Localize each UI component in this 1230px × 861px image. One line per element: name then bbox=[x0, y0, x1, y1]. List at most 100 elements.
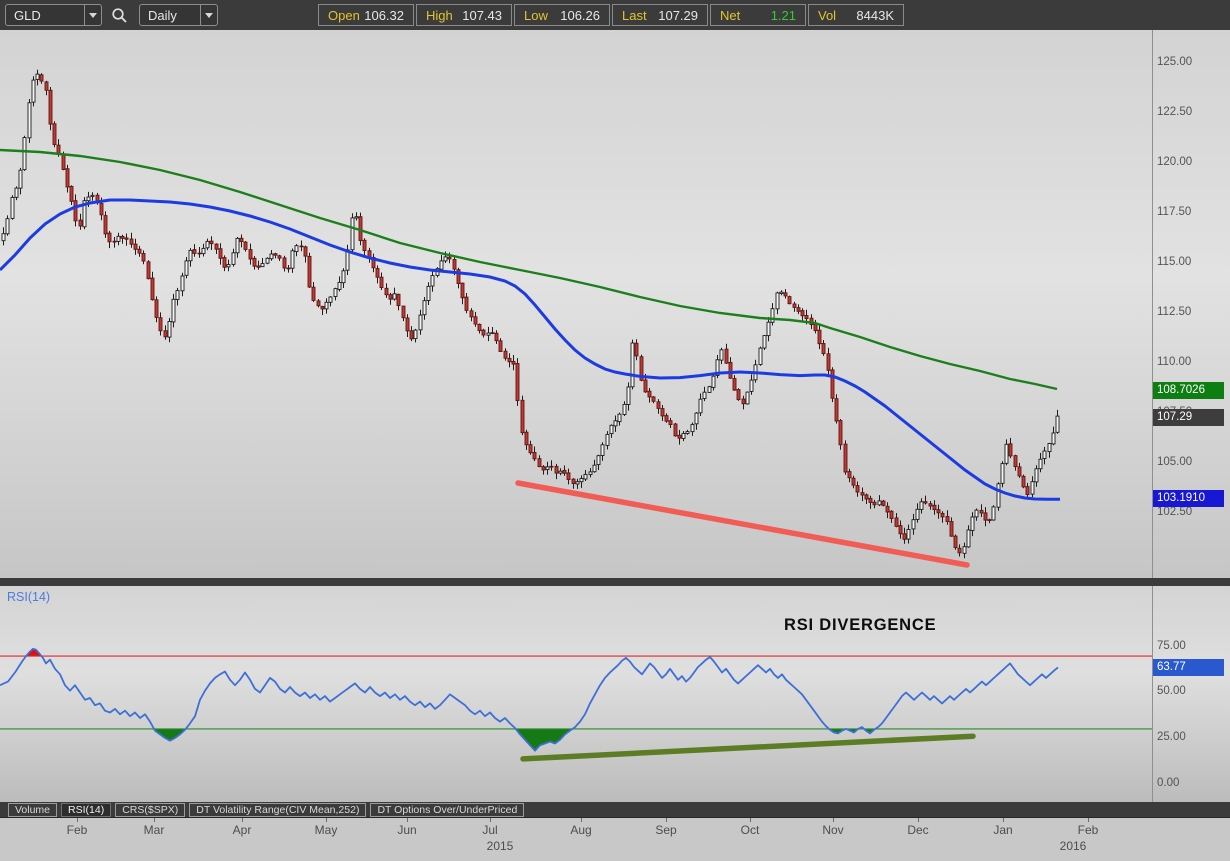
chevron-down-icon[interactable] bbox=[84, 5, 101, 25]
month-tick bbox=[154, 818, 155, 822]
month-label: Nov bbox=[822, 823, 844, 837]
ma-green-line[interactable] bbox=[0, 148, 1058, 391]
candle bbox=[681, 433, 686, 439]
candle bbox=[452, 259, 457, 270]
candle bbox=[702, 391, 707, 399]
candle bbox=[243, 241, 248, 250]
candle bbox=[392, 293, 397, 300]
candle bbox=[333, 288, 338, 297]
candle bbox=[800, 310, 805, 317]
month-tick bbox=[77, 818, 78, 822]
rsi-indicator-label[interactable]: RSI(14) bbox=[7, 590, 50, 604]
tab-volume[interactable]: Volume bbox=[8, 802, 58, 817]
candle bbox=[736, 389, 741, 401]
candle bbox=[732, 378, 737, 391]
candle bbox=[579, 478, 584, 483]
month-label: Dec bbox=[907, 823, 929, 837]
tab-dt-volatility-range-civ-mean-252-[interactable]: DT Volatility Range(CIV Mean,252) bbox=[189, 802, 367, 817]
price-trendline[interactable] bbox=[515, 480, 970, 568]
candle bbox=[698, 398, 703, 414]
candle bbox=[613, 420, 618, 427]
candle bbox=[328, 296, 333, 303]
quote-label: Open bbox=[328, 7, 360, 23]
date-axis[interactable]: Feb Mar Apr May Jun Jul Aug Sep Oct Nov Dec Jan Feb 2… bbox=[0, 818, 1230, 861]
rsi-trendline[interactable] bbox=[520, 733, 976, 762]
month-tick bbox=[833, 818, 834, 822]
rsi-panel[interactable]: RSI(14) RSI DIVERGENCE 75.00 50.00 25.00 0.… bbox=[0, 586, 1230, 802]
tab-rsi-14-[interactable]: RSI(14) bbox=[61, 802, 112, 817]
candle bbox=[324, 301, 329, 310]
candle bbox=[673, 423, 678, 437]
ma-green-value-badge: 108.7026 bbox=[1153, 381, 1224, 399]
candle bbox=[1042, 450, 1047, 459]
quote-value: 106.26 bbox=[560, 7, 600, 23]
candle bbox=[537, 458, 542, 468]
candle bbox=[940, 512, 945, 518]
price-panel[interactable]: 125.00 122.50 120.00 117.50 115.00 112.50 110.… bbox=[0, 30, 1230, 578]
candle bbox=[694, 412, 699, 425]
candle bbox=[770, 308, 775, 323]
candle bbox=[609, 424, 614, 435]
chevron-down-icon[interactable] bbox=[200, 5, 217, 25]
candle bbox=[107, 232, 112, 243]
candle bbox=[575, 481, 580, 485]
month-tick bbox=[326, 818, 327, 822]
symbol-value: GLD bbox=[14, 7, 41, 23]
symbol-combo[interactable]: GLD bbox=[5, 4, 102, 26]
candle bbox=[1013, 455, 1018, 468]
candle bbox=[252, 257, 257, 267]
candle bbox=[596, 455, 601, 466]
candle bbox=[860, 492, 865, 496]
candle bbox=[660, 408, 665, 417]
tab-dt-options-over-underpriced[interactable]: DT Options Over/UnderPriced bbox=[370, 802, 525, 817]
rsi-chart[interactable] bbox=[0, 586, 1152, 802]
candle bbox=[35, 73, 40, 80]
candle bbox=[256, 265, 261, 268]
candle bbox=[18, 169, 23, 189]
candle bbox=[554, 465, 559, 474]
candle bbox=[396, 293, 401, 307]
candle bbox=[384, 287, 389, 296]
tab-crs-spx-[interactable]: CRS($SPX) bbox=[115, 802, 186, 817]
candle bbox=[150, 277, 155, 301]
candle bbox=[163, 330, 168, 338]
candle bbox=[872, 501, 877, 506]
candle bbox=[39, 74, 44, 82]
candle bbox=[864, 494, 869, 500]
search-button[interactable] bbox=[107, 4, 131, 26]
candle bbox=[61, 153, 66, 170]
candle bbox=[1008, 443, 1013, 457]
candle bbox=[171, 298, 176, 323]
month-tick bbox=[490, 818, 491, 822]
quote-label: Vol bbox=[818, 7, 837, 23]
rsi-divergence-annotation[interactable]: RSI DIVERGENCE bbox=[784, 616, 936, 635]
candle bbox=[235, 237, 240, 254]
candle bbox=[192, 249, 197, 254]
timeframe-combo[interactable]: Daily bbox=[139, 4, 218, 26]
candle bbox=[817, 329, 822, 345]
price-chart[interactable] bbox=[0, 30, 1152, 578]
panel-divider[interactable] bbox=[0, 578, 1230, 586]
candle bbox=[1017, 466, 1022, 477]
month-tick bbox=[666, 818, 667, 822]
candle bbox=[953, 535, 958, 549]
candle bbox=[469, 310, 474, 318]
candle bbox=[749, 379, 754, 392]
candle bbox=[766, 321, 771, 337]
quote-value: 106.32 bbox=[364, 7, 404, 23]
rsi-value-badge: 63.77 bbox=[1153, 658, 1224, 676]
candle bbox=[843, 443, 848, 473]
candle bbox=[813, 323, 818, 332]
candle bbox=[549, 465, 554, 468]
candle bbox=[996, 483, 1001, 508]
candle bbox=[303, 246, 308, 257]
candle bbox=[175, 290, 180, 300]
candle bbox=[311, 286, 316, 301]
candle bbox=[73, 200, 78, 222]
candle bbox=[528, 444, 533, 454]
month-label: May bbox=[314, 823, 338, 837]
candle bbox=[477, 323, 482, 332]
candle bbox=[14, 187, 19, 198]
candle bbox=[936, 509, 941, 514]
candle bbox=[439, 260, 444, 270]
